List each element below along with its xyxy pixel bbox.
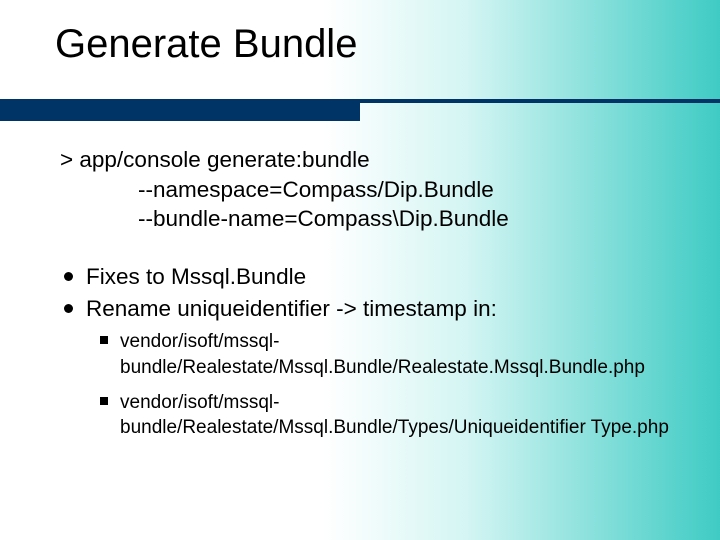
sub-bullet-text: vendor/isoft/mssql-bundle/Realestate/Mss… xyxy=(120,331,645,377)
bullet-list: Fixes to Mssql.Bundle Rename uniqueident… xyxy=(60,262,675,440)
list-item: vendor/isoft/mssql-bundle/Realestate/Mss… xyxy=(98,390,675,440)
bullet-text: Rename uniqueidentifier -> timestamp in: xyxy=(86,296,497,321)
list-item: Rename uniqueidentifier -> timestamp in:… xyxy=(60,294,675,440)
list-item: vendor/isoft/mssql-bundle/Realestate/Mss… xyxy=(98,329,675,379)
command-block: > app/console generate:bundle --namespac… xyxy=(60,145,675,234)
list-item: Fixes to Mssql.Bundle xyxy=(60,262,675,292)
content: > app/console generate:bundle --namespac… xyxy=(60,145,675,450)
title-accent-bar xyxy=(0,103,360,121)
bullet-text: Fixes to Mssql.Bundle xyxy=(86,264,306,289)
command-line-3: --bundle-name=Compass\Dip.Bundle xyxy=(60,204,675,234)
sub-list: vendor/isoft/mssql-bundle/Realestate/Mss… xyxy=(98,329,675,439)
command-line-2: --namespace=Compass/Dip.Bundle xyxy=(60,175,675,205)
page-title: Generate Bundle xyxy=(55,22,680,67)
sub-bullet-text: vendor/isoft/mssql-bundle/Realestate/Mss… xyxy=(120,392,669,438)
slide: Generate Bundle > app/console generate:b… xyxy=(0,0,720,540)
command-line-1: > app/console generate:bundle xyxy=(60,145,675,175)
title-region: Generate Bundle xyxy=(55,22,680,73)
